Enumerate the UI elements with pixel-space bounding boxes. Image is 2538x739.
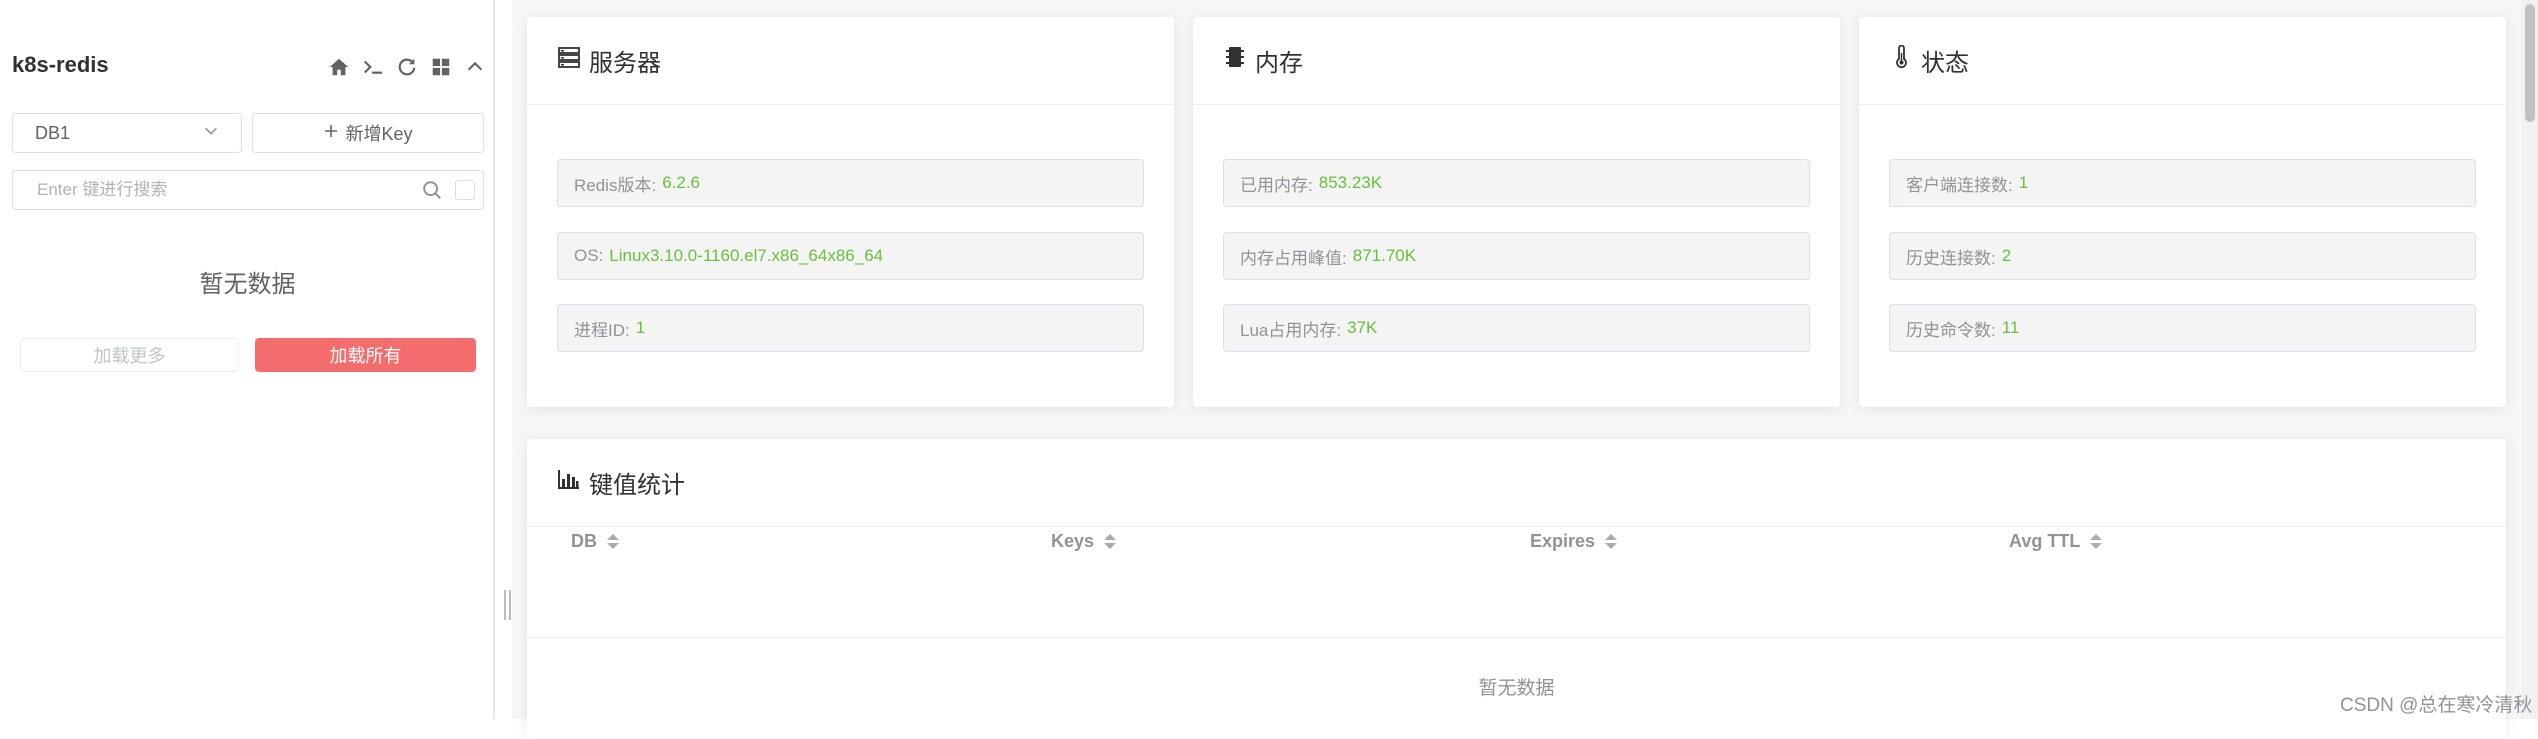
thermometer-icon bbox=[1889, 44, 1913, 76]
connected-clients-row: 客户端连接数: 1 bbox=[1889, 159, 2476, 207]
memory-icon bbox=[1223, 45, 1247, 76]
info-label: 内存占用峰值: bbox=[1240, 248, 1347, 268]
info-value: Linux3.10.0-1160.el7.x86_64x86_64 bbox=[609, 246, 884, 265]
info-label: 历史连接数: bbox=[1906, 248, 1996, 268]
load-more-button[interactable]: 加载更多 bbox=[20, 338, 239, 372]
table-empty-text: 暂无数据 bbox=[1478, 678, 1555, 699]
memory-card-title: 内存 bbox=[1255, 50, 1303, 77]
db-select[interactable]: DB1 bbox=[12, 113, 242, 153]
vertical-scrollbar[interactable] bbox=[2522, 0, 2538, 719]
info-label: 客户端连接数: bbox=[1906, 175, 2013, 195]
plus-icon bbox=[323, 123, 339, 144]
info-value: 1 bbox=[2018, 173, 2029, 192]
server-card: 服务器 Redis版本: 6.2.6 OS: Linux3.10.0-1160.… bbox=[527, 17, 1174, 407]
key-stats-title: 键值统计 bbox=[589, 472, 685, 499]
status-card-title: 状态 bbox=[1921, 50, 1969, 77]
info-value: 871.70K bbox=[1352, 246, 1417, 265]
chevron-down-icon bbox=[203, 123, 219, 144]
sort-icon[interactable] bbox=[2090, 534, 2103, 549]
key-stats-header: 键值统计 bbox=[527, 439, 2506, 527]
search-input[interactable] bbox=[35, 179, 421, 201]
sort-icon[interactable] bbox=[1605, 534, 1618, 549]
column-keys[interactable]: Keys bbox=[1051, 531, 1117, 552]
server-card-header: 服务器 bbox=[527, 17, 1174, 105]
new-key-label: 新增Key bbox=[345, 124, 413, 144]
column-avg-ttl[interactable]: Avg TTL bbox=[2009, 531, 2103, 552]
connection-toolbar bbox=[326, 54, 488, 80]
status-card-header: 状态 bbox=[1859, 17, 2506, 105]
column-label: DB bbox=[571, 531, 597, 551]
sort-icon[interactable] bbox=[607, 534, 619, 549]
redis-version-row: Redis版本: 6.2.6 bbox=[557, 159, 1144, 207]
key-stats-table-header bbox=[527, 527, 2506, 638]
status-card: 状态 客户端连接数: 1 历史连接数: 2 历史命令数: 11 bbox=[1859, 17, 2506, 407]
process-id-row: 进程ID: 1 bbox=[557, 304, 1144, 352]
grid-icon[interactable] bbox=[428, 54, 454, 80]
info-value: 6.2.6 bbox=[662, 173, 700, 192]
column-label: Keys bbox=[1051, 531, 1095, 551]
info-value: 2 bbox=[2001, 246, 2012, 265]
info-label: 已用内存: bbox=[1240, 175, 1313, 195]
terminal-icon[interactable] bbox=[360, 54, 386, 80]
db-select-value: DB1 bbox=[35, 122, 71, 143]
info-label: Redis版本: bbox=[574, 175, 657, 195]
watermark: CSDN @总在寒冷清秋 bbox=[2340, 695, 2533, 716]
info-value: 853.23K bbox=[1318, 173, 1383, 192]
server-icon bbox=[557, 45, 581, 76]
total-commands-row: 历史命令数: 11 bbox=[1889, 304, 2476, 352]
sidebar-empty-text: 暂无数据 bbox=[199, 271, 296, 298]
sort-icon[interactable] bbox=[1104, 534, 1117, 549]
new-key-button[interactable]: 新增Key bbox=[252, 113, 484, 153]
chevron-up-icon[interactable] bbox=[462, 54, 488, 80]
sidebar: k8s-redis DB1 新增Key Enter 键进行搜索 暂无数据 加载更… bbox=[0, 0, 495, 719]
lua-memory-row: Lua占用内存: 37K bbox=[1223, 304, 1810, 352]
info-value: 37K bbox=[1347, 318, 1378, 337]
peak-memory-row: 内存占用峰值: 871.70K bbox=[1223, 232, 1810, 280]
info-value: 1 bbox=[635, 318, 646, 337]
os-row: OS: Linux3.10.0-1160.el7.x86_64x86_64 bbox=[557, 232, 1144, 280]
home-icon[interactable] bbox=[326, 54, 352, 80]
memory-card-header: 内存 bbox=[1193, 17, 1840, 105]
exact-search-checkbox[interactable] bbox=[455, 180, 475, 200]
total-connections-row: 历史连接数: 2 bbox=[1889, 232, 2476, 280]
column-expires[interactable]: Expires bbox=[1530, 531, 1618, 552]
column-db[interactable]: DB bbox=[571, 531, 619, 552]
load-all-button[interactable]: 加载所有 bbox=[255, 338, 476, 372]
memory-card: 内存 已用内存: 853.23K 内存占用峰值: 871.70K Lua占用内存… bbox=[1193, 17, 1840, 407]
info-label: 进程ID: bbox=[574, 320, 630, 340]
column-label: Expires bbox=[1530, 531, 1596, 551]
bar-chart-icon bbox=[557, 467, 581, 498]
key-search bbox=[12, 170, 484, 210]
key-stats-card: 键值统计 DB Keys Expires Avg TTL 暂无数据 bbox=[527, 439, 2506, 739]
connection-name: k8s-redis bbox=[12, 52, 109, 77]
scrollbar-thumb[interactable] bbox=[2525, 4, 2535, 122]
info-label: Lua占用内存: bbox=[1240, 320, 1342, 340]
info-label: OS: bbox=[574, 246, 604, 265]
info-label: 历史命令数: bbox=[1906, 320, 1996, 340]
refresh-icon[interactable] bbox=[394, 54, 420, 80]
column-label: Avg TTL bbox=[2009, 531, 2081, 551]
used-memory-row: 已用内存: 853.23K bbox=[1223, 159, 1810, 207]
sidebar-resize-handle[interactable] bbox=[504, 590, 512, 620]
main-panel: 服务器 Redis版本: 6.2.6 OS: Linux3.10.0-1160.… bbox=[512, 0, 2522, 739]
info-value: 11 bbox=[2001, 318, 2020, 337]
server-card-title: 服务器 bbox=[589, 50, 661, 77]
search-icon[interactable] bbox=[421, 178, 445, 202]
